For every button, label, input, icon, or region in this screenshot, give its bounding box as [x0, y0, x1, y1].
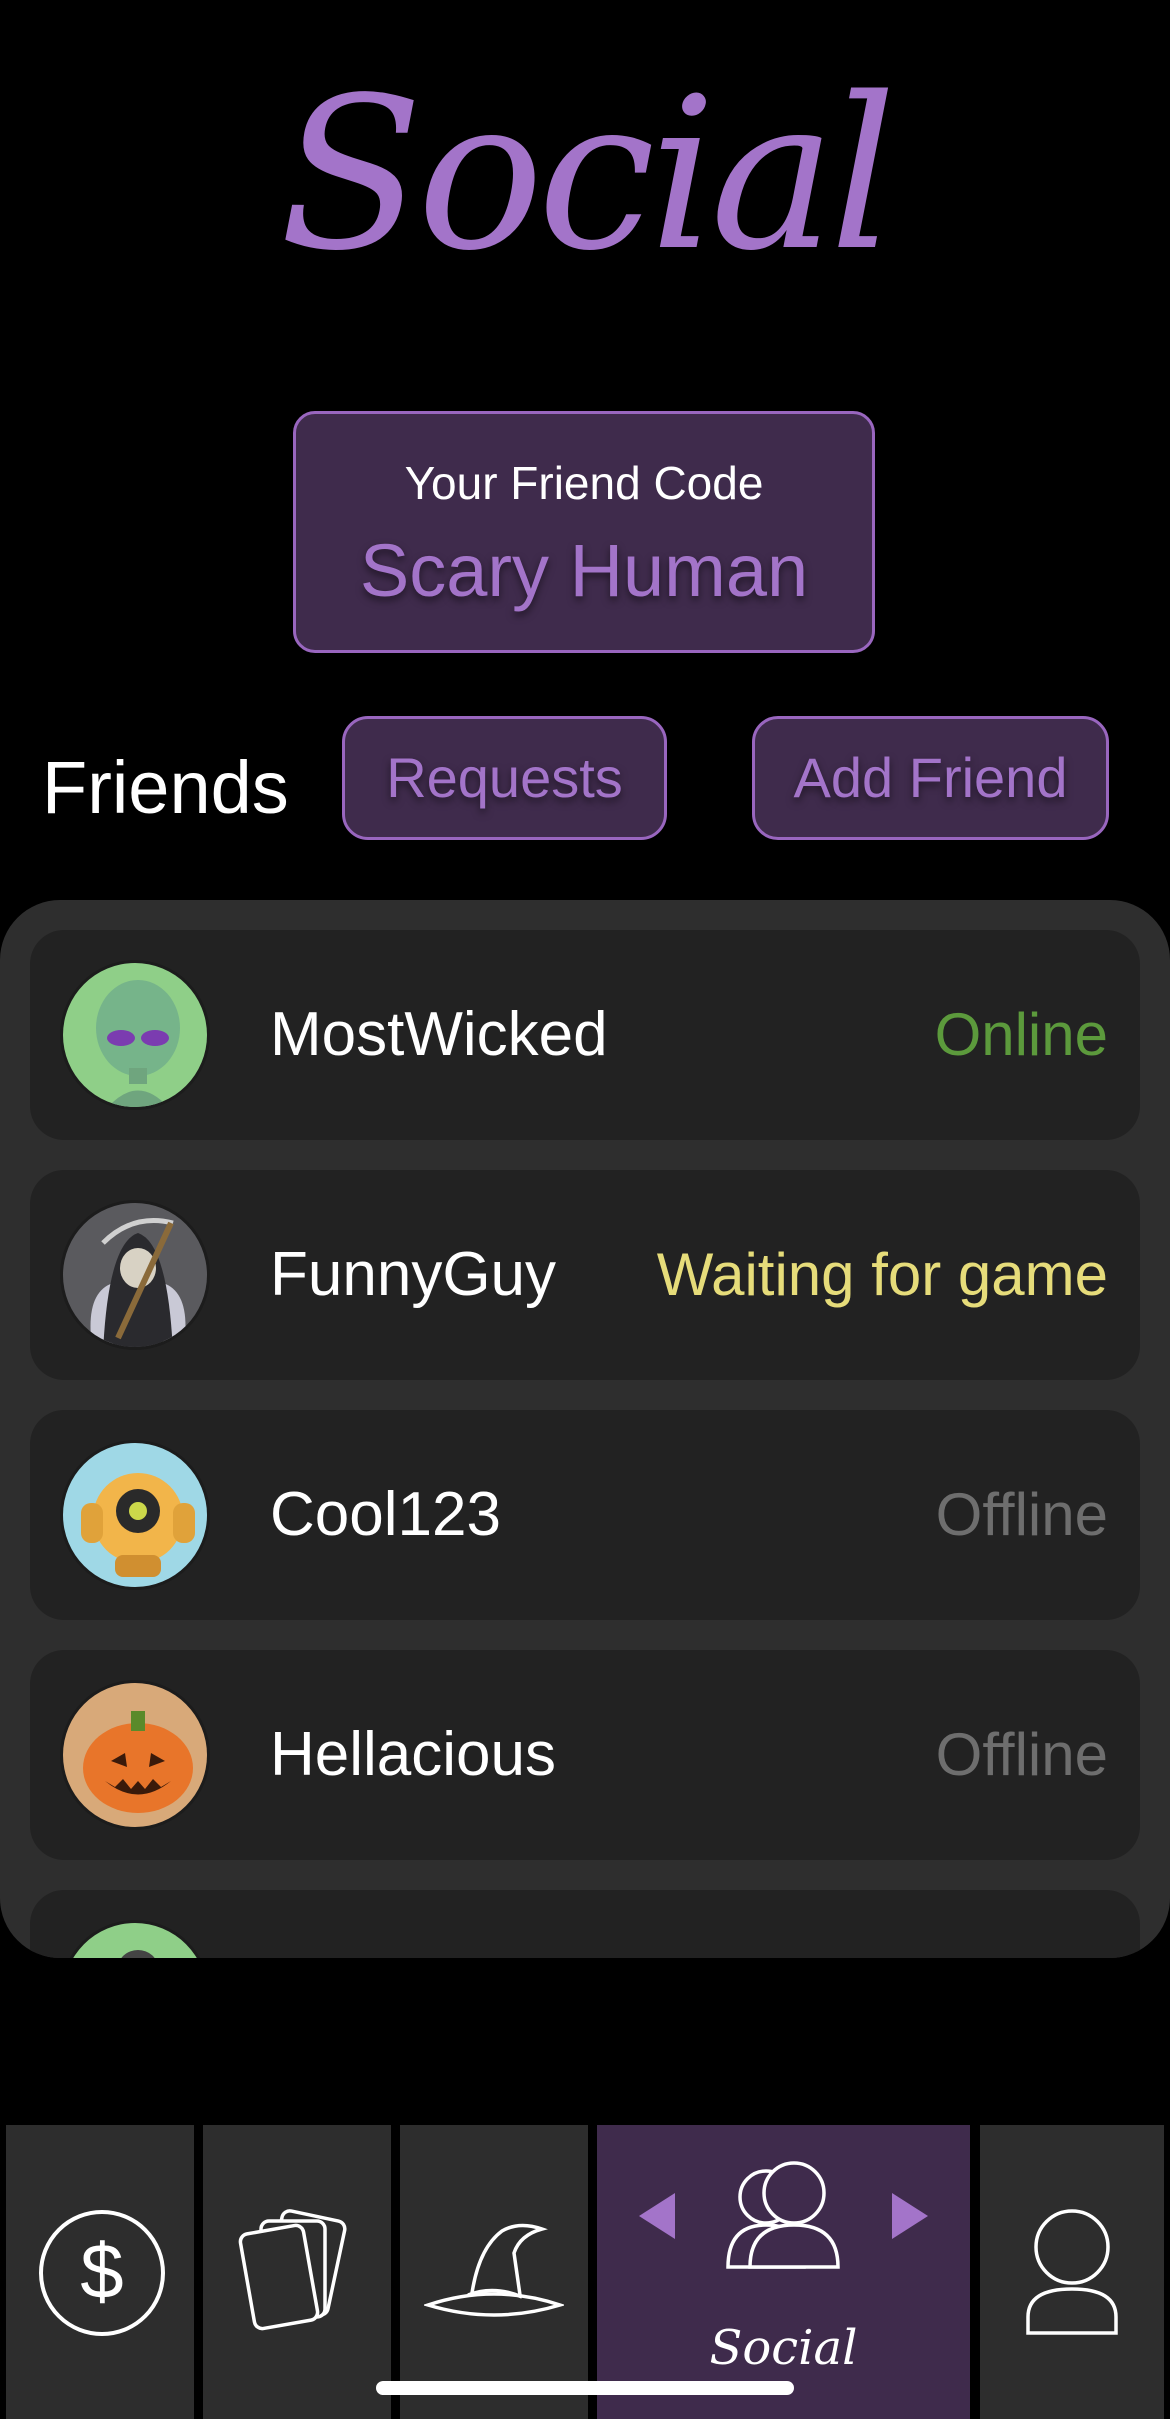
- pumpkin-avatar: [60, 1680, 210, 1830]
- friend-code-label: Your Friend Code: [404, 457, 764, 509]
- robot-avatar: [60, 1440, 210, 1590]
- dollar-icon: $: [39, 2210, 165, 2336]
- friend-status: Offline: [935, 1481, 1108, 1548]
- cards-icon: [238, 2209, 347, 2331]
- friend-name: Hellacious: [270, 1720, 557, 1789]
- tab-cards[interactable]: [203, 2125, 391, 2419]
- friend-row[interactable]: MostWicked Online: [30, 930, 1140, 1140]
- friend-row[interactable]: Cool123 Offline: [30, 1410, 1140, 1620]
- page-title: Social: [279, 52, 896, 297]
- reaper-avatar: [60, 1200, 210, 1350]
- friend-status: Waiting for game: [656, 1241, 1108, 1308]
- bottom-nav: $ Social: [0, 2125, 1170, 2419]
- requests-button[interactable]: Requests: [342, 716, 667, 840]
- people-icon: [726, 2161, 840, 2269]
- friend-name: Cool123: [270, 1480, 501, 1549]
- tab-hat[interactable]: [400, 2125, 588, 2419]
- alien-avatar: [60, 960, 210, 1110]
- tab-shop[interactable]: $: [6, 2125, 194, 2419]
- witch-hat-icon: [424, 2223, 564, 2317]
- profile-icon: [1026, 2209, 1118, 2335]
- friend-row[interactable]: Hellacious Offline: [30, 1650, 1140, 1860]
- home-indicator[interactable]: [376, 2381, 794, 2395]
- tab-profile[interactable]: [980, 2125, 1164, 2419]
- add-friend-button[interactable]: Add Friend: [752, 716, 1109, 840]
- friend-code-value: Scary Human: [359, 529, 809, 612]
- friend-status: Offline: [935, 1721, 1108, 1788]
- friend-row[interactable]: FunnyGuy Waiting for game: [30, 1170, 1140, 1380]
- friend-code-card: Your Friend Code Scary Human: [293, 411, 875, 653]
- friends-list[interactable]: MostWicked Online FunnyGuy Waiting for g…: [0, 900, 1170, 1958]
- friend-name: FunnyGuy: [270, 1240, 557, 1309]
- chevron-right-icon[interactable]: [888, 2191, 932, 2241]
- friend-name: MostWicked: [270, 1000, 608, 1069]
- friend-row[interactable]: [30, 1890, 1140, 1958]
- tab-social-label: Social: [709, 2320, 858, 2376]
- partial-avatar: [60, 1920, 210, 1958]
- svg-text:$: $: [80, 2227, 123, 2315]
- chevron-left-icon[interactable]: [635, 2191, 679, 2241]
- tab-social[interactable]: Social: [597, 2125, 970, 2419]
- friend-status: Online: [934, 1001, 1108, 1068]
- friends-heading: Friends: [42, 746, 289, 829]
